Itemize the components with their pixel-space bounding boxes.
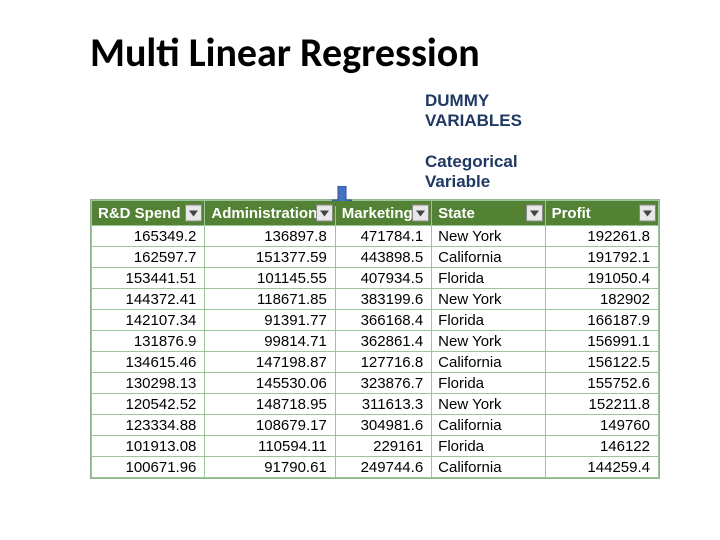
cell-administration: 145530.06 bbox=[205, 373, 335, 394]
table-row: 101913.08110594.11229161Florida146122 bbox=[92, 436, 659, 457]
cell-profit: 156991.1 bbox=[545, 331, 658, 352]
cell-administration: 136897.8 bbox=[205, 226, 335, 247]
callout-line2: Variable bbox=[425, 172, 490, 191]
col-header-administration[interactable]: Administration bbox=[205, 201, 335, 226]
col-header-label: Marketing bbox=[342, 205, 413, 222]
cell-administration: 147198.87 bbox=[205, 352, 335, 373]
cell-rd-spend: 162597.7 bbox=[92, 247, 205, 268]
cell-marketing: 362861.4 bbox=[335, 331, 431, 352]
cell-marketing: 407934.5 bbox=[335, 268, 431, 289]
page-title: Multi Linear Regression bbox=[90, 28, 660, 77]
cell-administration: 101145.55 bbox=[205, 268, 335, 289]
cell-administration: 108679.17 bbox=[205, 415, 335, 436]
cell-state: Florida bbox=[432, 268, 545, 289]
table-body: 165349.2136897.8471784.1New York192261.8… bbox=[92, 226, 659, 478]
cell-state: New York bbox=[432, 331, 545, 352]
cell-state: California bbox=[432, 457, 545, 478]
table-row: 131876.999814.71362861.4New York156991.1 bbox=[92, 331, 659, 352]
cell-marketing: 443898.5 bbox=[335, 247, 431, 268]
cell-rd-spend: 130298.13 bbox=[92, 373, 205, 394]
subheading-dummy-variables: DUMMY VARIABLES bbox=[425, 91, 660, 130]
cell-marketing: 304981.6 bbox=[335, 415, 431, 436]
cell-profit: 156122.5 bbox=[545, 352, 658, 373]
col-header-label: State bbox=[438, 205, 475, 222]
cell-state: New York bbox=[432, 226, 545, 247]
callout-line1: Categorical bbox=[425, 152, 518, 171]
col-header-profit[interactable]: Profit bbox=[545, 201, 658, 226]
cell-rd-spend: 100671.96 bbox=[92, 457, 205, 478]
cell-administration: 99814.71 bbox=[205, 331, 335, 352]
cell-rd-spend: 134615.46 bbox=[92, 352, 205, 373]
cell-marketing: 323876.7 bbox=[335, 373, 431, 394]
cell-administration: 151377.59 bbox=[205, 247, 335, 268]
cell-administration: 118671.85 bbox=[205, 289, 335, 310]
cell-administration: 91391.77 bbox=[205, 310, 335, 331]
table-row: 130298.13145530.06323876.7Florida155752.… bbox=[92, 373, 659, 394]
cell-rd-spend: 142107.34 bbox=[92, 310, 205, 331]
cell-state: New York bbox=[432, 394, 545, 415]
col-header-label: Profit bbox=[552, 205, 591, 222]
cell-state: Florida bbox=[432, 310, 545, 331]
table-row: 162597.7151377.59443898.5California19179… bbox=[92, 247, 659, 268]
cell-marketing: 249744.6 bbox=[335, 457, 431, 478]
subheading-line2: VARIABLES bbox=[425, 111, 522, 130]
cell-profit: 146122 bbox=[545, 436, 658, 457]
table-row: 144372.41118671.85383199.6New York182902 bbox=[92, 289, 659, 310]
cell-administration: 110594.11 bbox=[205, 436, 335, 457]
cell-profit: 166187.9 bbox=[545, 310, 658, 331]
cell-state: California bbox=[432, 247, 545, 268]
cell-rd-spend: 131876.9 bbox=[92, 331, 205, 352]
cell-profit: 155752.6 bbox=[545, 373, 658, 394]
table-row: 134615.46147198.87127716.8California1561… bbox=[92, 352, 659, 373]
table-header-row: R&D Spend Administration Marketing bbox=[92, 201, 659, 226]
cell-rd-spend: 144372.41 bbox=[92, 289, 205, 310]
cell-state: New York bbox=[432, 289, 545, 310]
cell-profit: 191050.4 bbox=[545, 268, 658, 289]
filter-dropdown-icon[interactable] bbox=[412, 205, 429, 222]
cell-state: Florida bbox=[432, 436, 545, 457]
table-row: 153441.51101145.55407934.5Florida191050.… bbox=[92, 268, 659, 289]
cell-marketing: 127716.8 bbox=[335, 352, 431, 373]
col-header-label: R&D Spend bbox=[98, 205, 181, 222]
cell-profit: 144259.4 bbox=[545, 457, 658, 478]
filter-dropdown-icon[interactable] bbox=[526, 205, 543, 222]
cell-profit: 149760 bbox=[545, 415, 658, 436]
cell-administration: 91790.61 bbox=[205, 457, 335, 478]
cell-marketing: 366168.4 bbox=[335, 310, 431, 331]
cell-state: California bbox=[432, 415, 545, 436]
cell-rd-spend: 153441.51 bbox=[92, 268, 205, 289]
col-header-rd-spend[interactable]: R&D Spend bbox=[92, 201, 205, 226]
subheading-line1: DUMMY bbox=[425, 91, 489, 110]
cell-marketing: 471784.1 bbox=[335, 226, 431, 247]
cell-profit: 191792.1 bbox=[545, 247, 658, 268]
col-header-marketing[interactable]: Marketing bbox=[335, 201, 431, 226]
cell-profit: 182902 bbox=[545, 289, 658, 310]
cell-marketing: 229161 bbox=[335, 436, 431, 457]
col-header-state[interactable]: State bbox=[432, 201, 545, 226]
cell-state: California bbox=[432, 352, 545, 373]
cell-rd-spend: 120542.52 bbox=[92, 394, 205, 415]
filter-dropdown-icon[interactable] bbox=[185, 205, 202, 222]
filter-dropdown-icon[interactable] bbox=[316, 205, 333, 222]
cell-rd-spend: 101913.08 bbox=[92, 436, 205, 457]
table-row: 120542.52148718.95311613.3New York152211… bbox=[92, 394, 659, 415]
callout-categorical-variable: Categorical Variable bbox=[425, 152, 660, 191]
cell-administration: 148718.95 bbox=[205, 394, 335, 415]
cell-rd-spend: 165349.2 bbox=[92, 226, 205, 247]
cell-marketing: 383199.6 bbox=[335, 289, 431, 310]
col-header-label: Administration bbox=[211, 205, 317, 222]
table-row: 100671.9691790.61249744.6California14425… bbox=[92, 457, 659, 478]
cell-state: Florida bbox=[432, 373, 545, 394]
table-row: 142107.3491391.77366168.4Florida166187.9 bbox=[92, 310, 659, 331]
cell-rd-spend: 123334.88 bbox=[92, 415, 205, 436]
cell-profit: 152211.8 bbox=[545, 394, 658, 415]
data-table: R&D Spend Administration Marketing bbox=[90, 199, 660, 479]
table-row: 165349.2136897.8471784.1New York192261.8 bbox=[92, 226, 659, 247]
filter-dropdown-icon[interactable] bbox=[639, 205, 656, 222]
table-row: 123334.88108679.17304981.6California1497… bbox=[92, 415, 659, 436]
cell-marketing: 311613.3 bbox=[335, 394, 431, 415]
cell-profit: 192261.8 bbox=[545, 226, 658, 247]
